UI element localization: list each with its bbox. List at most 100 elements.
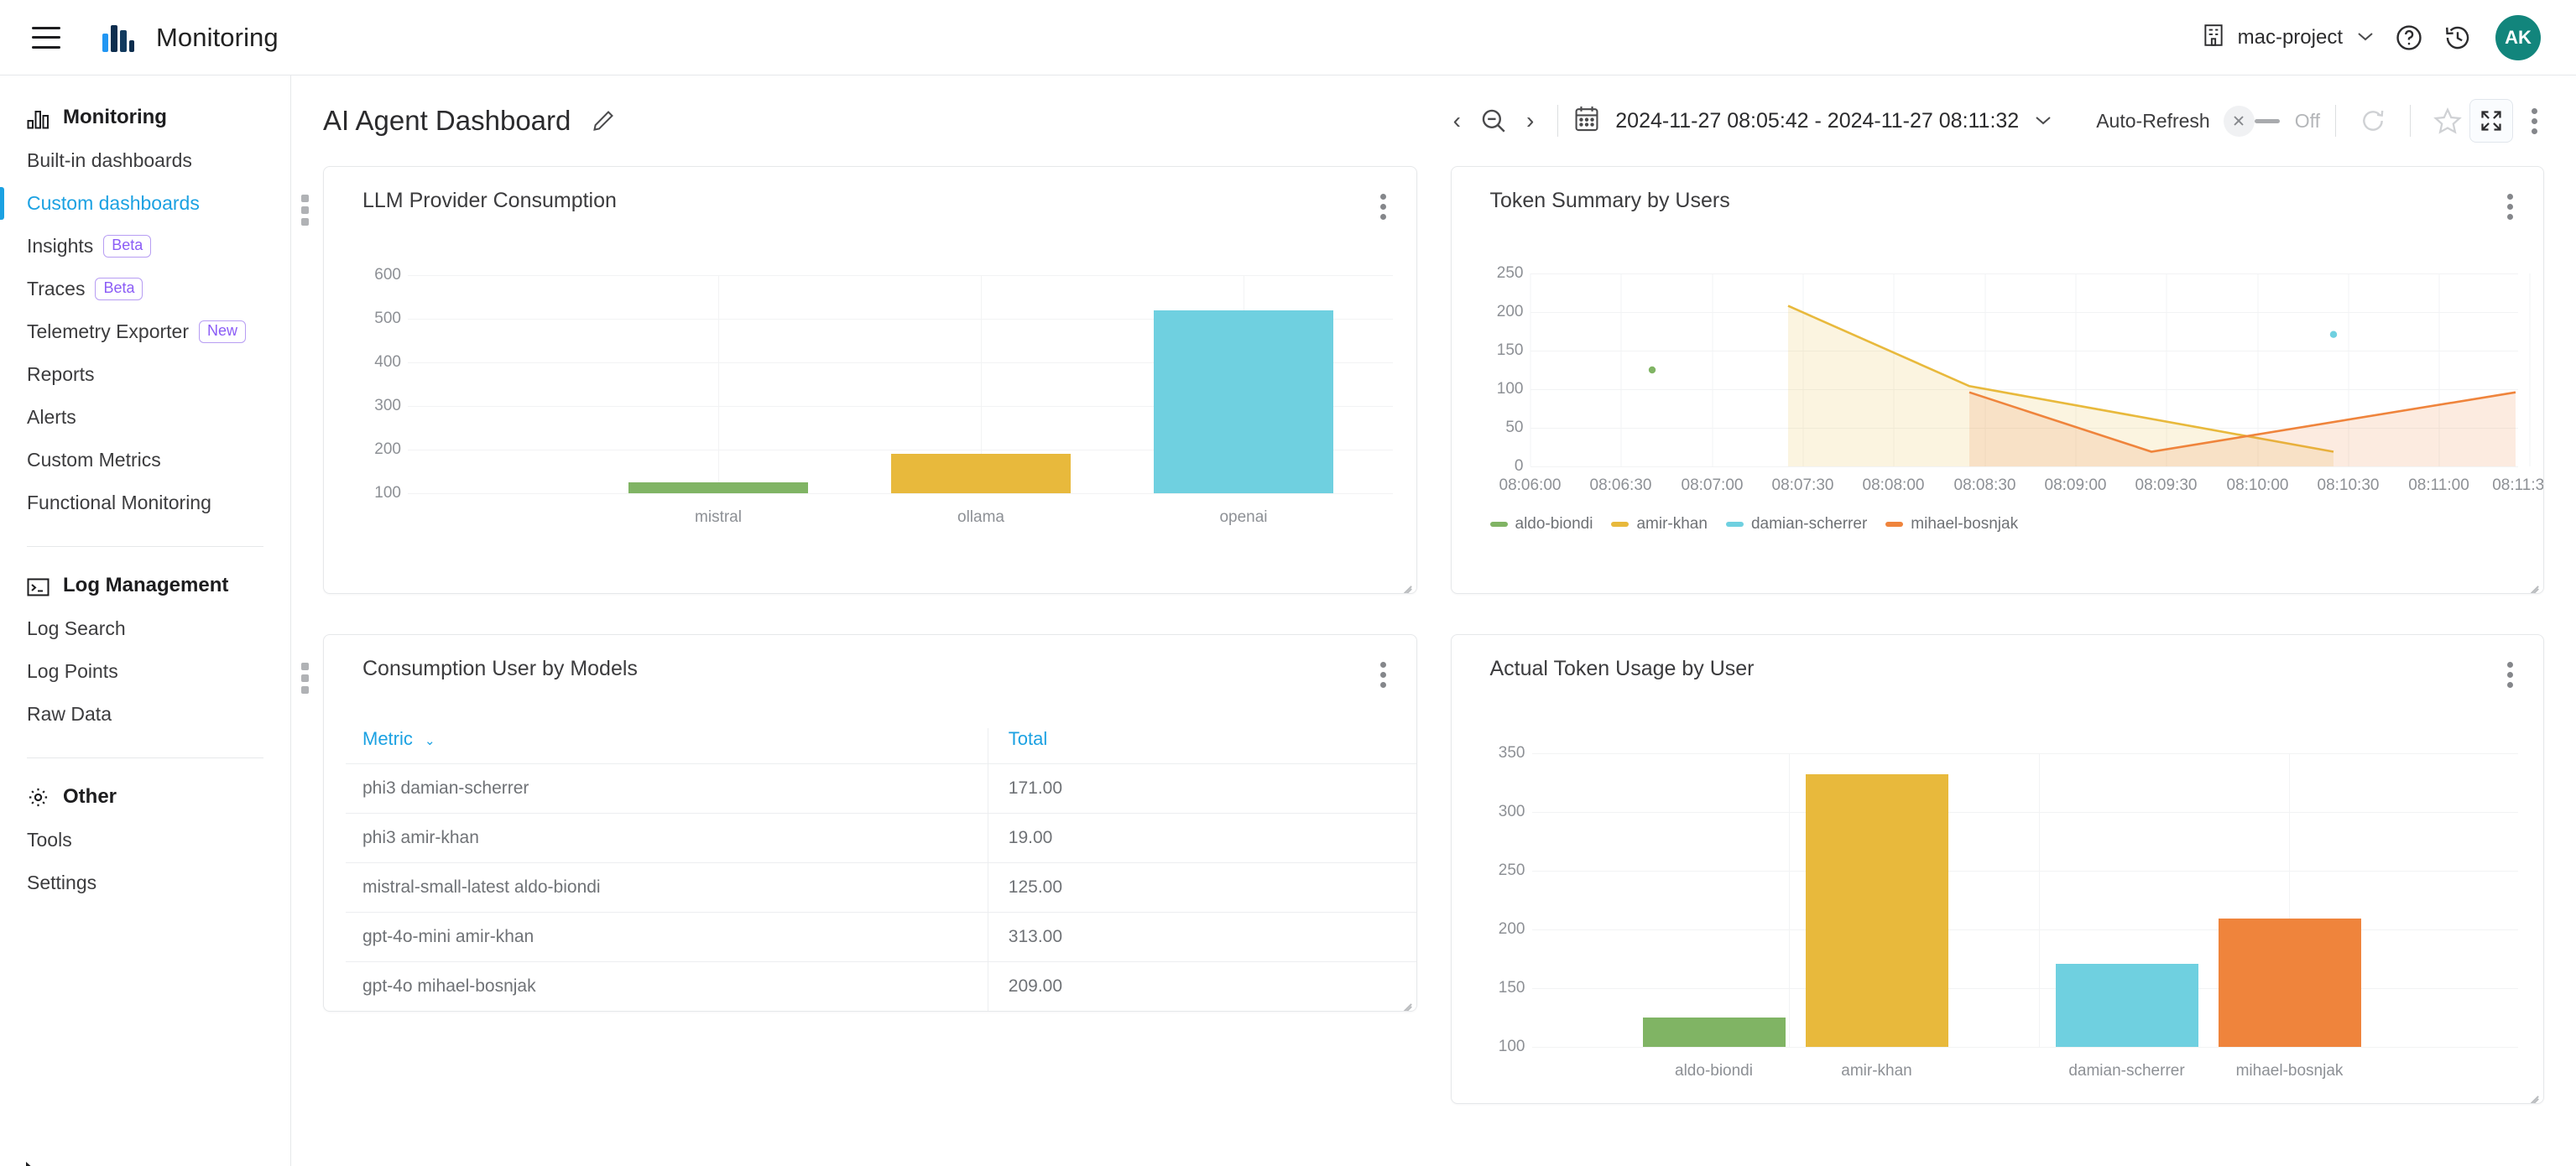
sidebar-item-label: Custom Metrics	[27, 449, 161, 471]
sidebar-item-custom-metrics[interactable]: Custom Metrics	[0, 439, 290, 481]
sidebar-item-label: Alerts	[27, 406, 76, 428]
sidebar-item-traces[interactable]: Traces Beta	[0, 268, 290, 310]
legend-item-damian-scherrer[interactable]: damian-scherrer	[1725, 515, 1867, 534]
table-row[interactable]: mistral-small-latest aldo-biondi 125.00	[346, 862, 1416, 913]
panel-resize-handle[interactable]	[2523, 1084, 2538, 1099]
status-badge: Beta	[103, 235, 152, 258]
sidebar-item-label: Raw Data	[27, 703, 112, 725]
bar-amir-khan[interactable]	[1805, 774, 1948, 1047]
panel-menu-icon[interactable]	[2500, 189, 2520, 225]
sidebar-section-title: Monitoring	[63, 106, 167, 128]
avatar[interactable]: AK	[2495, 14, 2541, 60]
hamburger-icon[interactable]	[32, 26, 60, 49]
panel-resize-handle[interactable]	[2523, 574, 2538, 589]
panel-drag-handle[interactable]	[301, 195, 309, 226]
y-axis-tick: 150	[1498, 979, 1525, 997]
table-row[interactable]: phi3 damian-scherrer 171.00	[346, 763, 1416, 814]
sidebar-item-reports[interactable]: Reports	[0, 353, 290, 396]
sidebar-divider	[27, 757, 263, 758]
legend-swatch	[1725, 522, 1744, 527]
sidebar-item-alerts[interactable]: Alerts	[0, 396, 290, 439]
legend-item-aldo-biondi[interactable]: aldo-biondi	[1489, 515, 1593, 534]
legend-item-amir-khan[interactable]: amir-khan	[1611, 515, 1708, 534]
y-axis-tick: 100	[374, 484, 401, 502]
y-axis-tick: 200	[1498, 920, 1525, 938]
table-row[interactable]: gpt-4o-mini amir-khan 313.00	[346, 912, 1416, 962]
sidebar-item-log-points[interactable]: Log Points	[0, 650, 290, 693]
cell-total: 313.00	[987, 912, 1416, 962]
gridline	[1788, 753, 1790, 1047]
sidebar-item-insights[interactable]: Insights Beta	[0, 225, 290, 268]
sidebar-section-log-management: Log Management	[0, 564, 290, 607]
sidebar-item-log-search[interactable]: Log Search	[0, 607, 290, 650]
sidebar-item-settings[interactable]: Settings	[0, 861, 290, 904]
panel-menu-icon[interactable]	[1374, 657, 1393, 693]
panel-resize-handle[interactable]	[1396, 574, 1411, 589]
auto-refresh-toggle[interactable]	[2223, 105, 2280, 137]
panel-menu-icon[interactable]	[2500, 657, 2520, 693]
table-row[interactable]: gpt-4o mihael-bosnjak 209.00	[346, 961, 1416, 1011]
legend-item-mihael-bosnjak[interactable]: mihael-bosnjak	[1885, 515, 2018, 534]
panel-resize-handle[interactable]	[1396, 992, 1411, 1007]
token-summary-series	[1530, 273, 2530, 466]
terminal-icon	[27, 575, 50, 597]
y-axis-tick: 300	[1498, 803, 1525, 820]
sidebar-section-title: Log Management	[63, 574, 229, 596]
date-range-picker[interactable]: 2024-11-27 08:05:42 - 2024-11-27 08:11:3…	[1573, 105, 2052, 138]
gridline	[1531, 871, 2518, 872]
panel-title: Consumption User by Models	[362, 657, 638, 680]
fullscreen-icon[interactable]	[2469, 99, 2513, 143]
x-axis-tick: ollama	[957, 508, 1004, 526]
pencil-icon[interactable]	[589, 107, 618, 135]
panel-menu-icon[interactable]	[1374, 189, 1393, 225]
panel-title: Actual Token Usage by User	[1489, 657, 1755, 680]
chevron-down-icon	[2356, 28, 2375, 47]
x-axis-tick: 08:07:30	[1771, 476, 1834, 494]
bar-mistral[interactable]	[628, 482, 808, 493]
column-header-total[interactable]: Total	[987, 728, 1416, 764]
y-axis-tick: 300	[374, 397, 401, 414]
history-icon[interactable]	[2433, 13, 2482, 62]
sidebar-item-label: Settings	[27, 872, 97, 893]
bar-aldo-biondi[interactable]	[1642, 1018, 1786, 1047]
panel-title: Token Summary by Users	[1489, 189, 1730, 212]
column-header-metric[interactable]: Metric ⌄	[346, 728, 988, 764]
table-row[interactable]: phi3 amir-khan 19.00	[346, 813, 1416, 863]
bar-damian-scherrer[interactable]	[2055, 964, 2198, 1047]
cell-total: 209.00	[987, 961, 1416, 1011]
project-selector[interactable]: mac-project	[2193, 16, 2385, 59]
help-circle-icon[interactable]	[2385, 13, 2433, 62]
legend-swatch	[1885, 522, 1904, 527]
refresh-icon[interactable]	[2351, 99, 2395, 143]
sidebar-item-raw-data[interactable]: Raw Data	[0, 693, 290, 736]
chevron-left-icon[interactable]: ‹	[1445, 109, 1469, 133]
column-label: Metric	[362, 728, 413, 749]
bar-mihael-bosnjak[interactable]	[2218, 919, 2361, 1047]
legend-swatch	[1489, 522, 1508, 527]
y-axis-tick: 500	[374, 310, 401, 327]
table-header-row: Metric ⌄ Total	[346, 728, 1416, 764]
consumption-table: Metric ⌄ Total phi3 damian-scherrer 171.…	[346, 728, 1416, 1011]
main-content: AI Agent Dashboard ‹ › 2024-11-27 08:05:…	[291, 75, 2576, 1166]
sidebar: Monitoring Built-in dashboards Custom da…	[0, 75, 291, 1166]
consumption-table-wrap: Metric ⌄ Total phi3 damian-scherrer 171.…	[324, 693, 1416, 1011]
zoom-out-icon[interactable]	[1469, 96, 1518, 145]
bar-openai[interactable]	[1154, 310, 1333, 493]
sidebar-item-functional-monitoring[interactable]: Functional Monitoring	[0, 481, 290, 524]
bar-ollama[interactable]	[891, 454, 1071, 493]
star-icon[interactable]	[2426, 99, 2469, 143]
gridline	[718, 275, 719, 493]
sidebar-item-telemetry-exporter[interactable]: Telemetry Exporter New	[0, 310, 290, 353]
chevron-right-icon[interactable]: ›	[1518, 109, 1542, 133]
sidebar-item-built-in-dashboards[interactable]: Built-in dashboards	[0, 139, 290, 182]
sidebar-item-tools[interactable]: Tools	[0, 819, 290, 861]
toolbar-separator	[1557, 105, 1559, 137]
sidebar-item-custom-dashboards[interactable]: Custom dashboards	[0, 182, 290, 225]
gridline	[1531, 988, 2518, 989]
kebab-menu-icon[interactable]	[2525, 103, 2544, 139]
panel-header: Actual Token Usage by User	[1452, 635, 2544, 693]
panel-drag-handle[interactable]	[301, 663, 309, 694]
dashboard-toolbar-right: ‹ › 2024-11-27 08:05:42 - 2024-11-27 08:…	[1445, 96, 2544, 145]
cell-total: 171.00	[987, 763, 1416, 814]
x-axis-tick: 08:11:30	[2492, 476, 2544, 494]
